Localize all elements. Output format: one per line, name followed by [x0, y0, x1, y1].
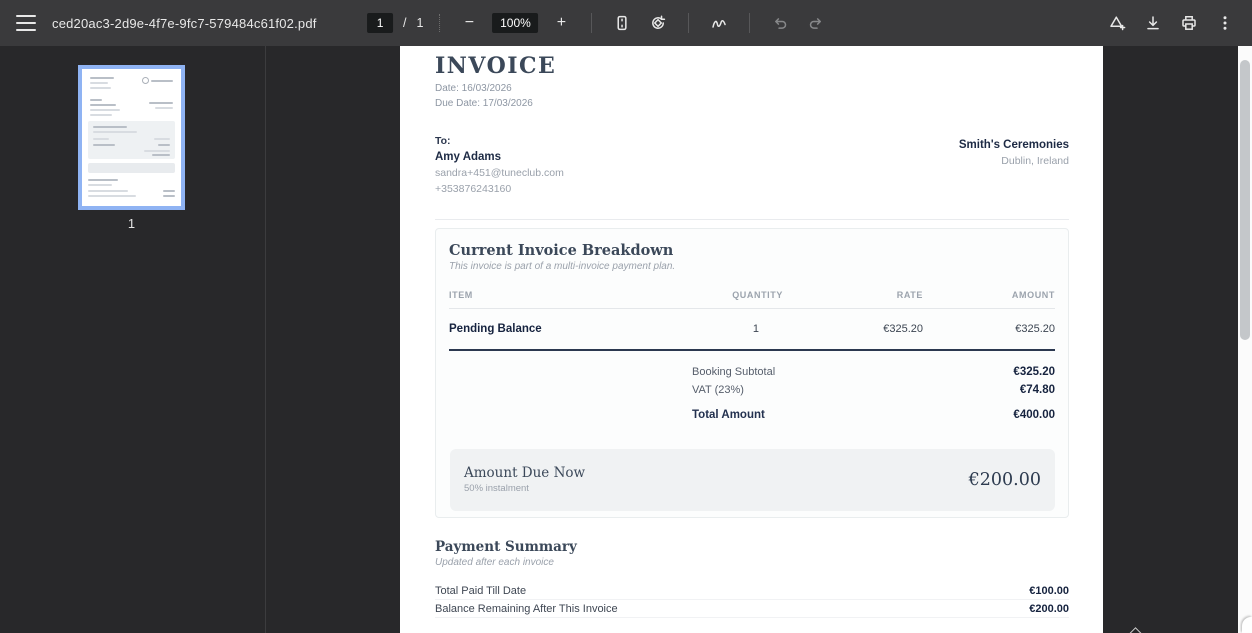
recipient-email: sandra+451@tuneclub.com — [435, 167, 564, 179]
undo-icon[interactable] — [767, 10, 793, 36]
vat-value: €74.80 — [1019, 384, 1055, 396]
vat-label: VAT (23%) — [692, 384, 744, 396]
header-divider — [435, 219, 1069, 220]
payment-summary-title: Payment Summary — [435, 539, 577, 555]
paid-till-date-row: Total Paid Till Date €100.00 — [435, 582, 1069, 600]
to-label: To: — [435, 135, 451, 147]
company-location: Dublin, Ireland — [1001, 155, 1069, 167]
document-filename: ced20ac3-2d9e-4f7e-9fc7-579484c61f02.pdf — [52, 15, 317, 31]
toolbar-left-group: ced20ac3-2d9e-4f7e-9fc7-579484c61f02.pdf — [16, 15, 317, 31]
thumbnail-page-number: 1 — [127, 216, 136, 231]
page-total: 1 — [416, 16, 424, 30]
zoom-out-button[interactable]: − — [456, 10, 482, 36]
pdf-page: INVOICE Date: 16/03/2026 Due Date: 17/03… — [400, 46, 1103, 633]
rotate-icon[interactable] — [645, 10, 671, 36]
paid-till-date-value: €100.00 — [1029, 584, 1069, 597]
vertical-scrollbar[interactable] — [1238, 46, 1252, 633]
table-header-row: ITEM QUANTITY RATE AMOUNT — [449, 290, 1055, 309]
download-icon[interactable] — [1140, 10, 1166, 36]
invoice-header: INVOICE Date: 16/03/2026 Due Date: 17/03… — [435, 54, 556, 111]
scrollbar-thumb[interactable] — [1240, 60, 1250, 340]
company-name: Smith's Ceremonies — [958, 139, 1069, 151]
invoice-date: Date: 16/03/2026 — [435, 83, 512, 94]
save-to-drive-icon[interactable] — [1104, 10, 1130, 36]
recipient-name: Amy Adams — [435, 151, 502, 163]
amount-due-text: Amount Due Now 50% instalment — [464, 465, 585, 495]
thumbnail-due-strip — [88, 163, 175, 173]
payment-summary: Payment Summary Updated after each invoi… — [435, 538, 1069, 618]
total-amount-row: Total Amount €400.00 — [692, 405, 1055, 425]
invoice-title: INVOICE — [435, 53, 557, 79]
totals-block: Booking Subtotal €325.20 VAT (23%) €74.8… — [449, 363, 1055, 425]
breakdown-title: Current Invoice Breakdown — [449, 242, 674, 259]
payment-summary-rows: Total Paid Till Date €100.00 Balance Rem… — [435, 582, 1069, 618]
menu-icon[interactable] — [16, 15, 36, 31]
balance-remaining-row: Balance Remaining After This Invoice €20… — [435, 600, 1069, 618]
table-row: Pending Balance 1 €325.20 €325.20 — [449, 309, 1055, 351]
total-amount-value: €400.00 — [1013, 409, 1055, 421]
invoice-due-date: Due Date: 17/03/2026 — [435, 98, 533, 109]
toolbar-divider — [591, 13, 593, 33]
page-separator: / — [403, 16, 407, 30]
subtotal-row: Booking Subtotal €325.20 — [692, 363, 1055, 381]
pdf-viewer-toolbar: ced20ac3-2d9e-4f7e-9fc7-579484c61f02.pdf… — [0, 0, 1252, 46]
payment-summary-subtitle: Updated after each invoice — [435, 557, 554, 568]
thumbnail-sidebar: 1 — [0, 46, 265, 633]
print-icon[interactable] — [1176, 10, 1202, 36]
company-block: Smith's Ceremonies Dublin, Ireland — [959, 138, 1069, 169]
col-header-quantity: QUANTITY — [732, 290, 783, 300]
row-item: Pending Balance — [449, 323, 542, 335]
balance-remaining-value: €200.00 — [1029, 602, 1069, 615]
recipient-block: To: Amy Adams sandra+451@tuneclub.com +3… — [435, 134, 564, 197]
invoice-breakdown-card: Current Invoice Breakdown This invoice i… — [435, 228, 1069, 518]
dotted-divider — [439, 14, 441, 32]
recipient-phone: +353876243160 — [435, 182, 512, 195]
zoom-in-button[interactable]: + — [548, 10, 574, 36]
toolbar-divider — [688, 13, 690, 33]
vat-row: VAT (23%) €74.80 — [692, 381, 1055, 399]
page-number-input[interactable] — [367, 13, 394, 33]
viewer-content: 1 INVOICE Date: 16/03/2026 Due Date: 17/… — [0, 46, 1252, 633]
redo-icon[interactable] — [803, 10, 829, 36]
subtotal-value: €325.20 — [1013, 366, 1055, 378]
balance-remaining-label: Balance Remaining After This Invoice — [435, 602, 618, 615]
col-header-item: ITEM — [449, 290, 473, 300]
toolbar-right-group — [1104, 10, 1238, 36]
subtotal-label: Booking Subtotal — [692, 366, 776, 378]
breakdown-subtitle: This invoice is part of a multi-invoice … — [449, 261, 676, 272]
row-rate: €325.20 — [883, 323, 923, 335]
total-amount-label: Total Amount — [692, 409, 765, 421]
fit-to-page-icon[interactable] — [609, 10, 635, 36]
toolbar-divider — [749, 13, 751, 33]
amount-due-title: Amount Due Now — [464, 465, 586, 481]
row-amount: €325.20 — [1015, 323, 1055, 335]
amount-due-value: €200.00 — [968, 470, 1041, 490]
bottom-right-overlay-corner — [1242, 617, 1252, 633]
annotate-icon[interactable] — [706, 10, 732, 36]
row-quantity: 1 — [752, 323, 759, 335]
paid-till-date-label: Total Paid Till Date — [435, 584, 527, 597]
zoom-level-input[interactable]: 100% — [492, 13, 539, 33]
more-options-icon[interactable] — [1212, 10, 1238, 36]
toolbar-center-group: / 1 − 100% + — [367, 0, 829, 46]
page-thumbnail[interactable] — [78, 65, 185, 210]
col-header-rate: RATE — [896, 290, 923, 300]
amount-due-subtitle: 50% instalment — [464, 483, 529, 494]
thumbnail-card-region — [88, 121, 175, 159]
col-header-amount: AMOUNT — [1011, 290, 1055, 300]
amount-due-box: Amount Due Now 50% instalment €200.00 — [450, 449, 1055, 511]
